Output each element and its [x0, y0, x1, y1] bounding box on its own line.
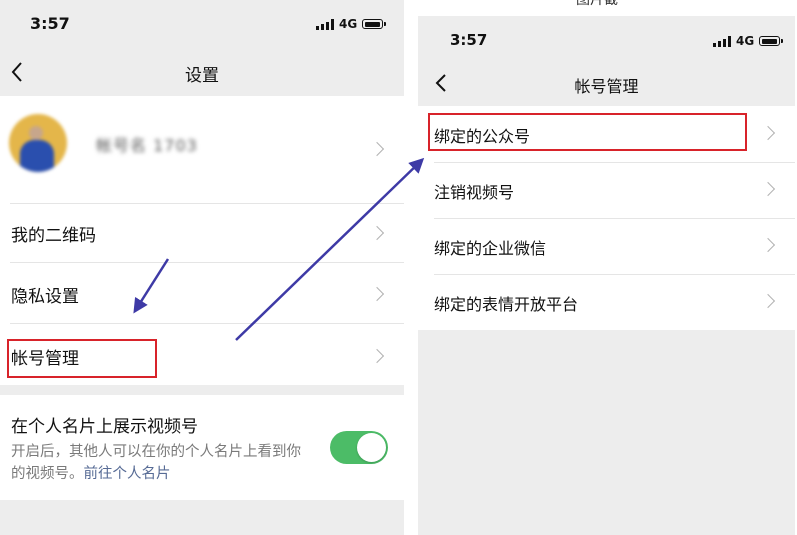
annotation-arrows — [133, 157, 425, 341]
diagonal-arrow — [235, 157, 425, 341]
down-arrow — [133, 258, 170, 314]
